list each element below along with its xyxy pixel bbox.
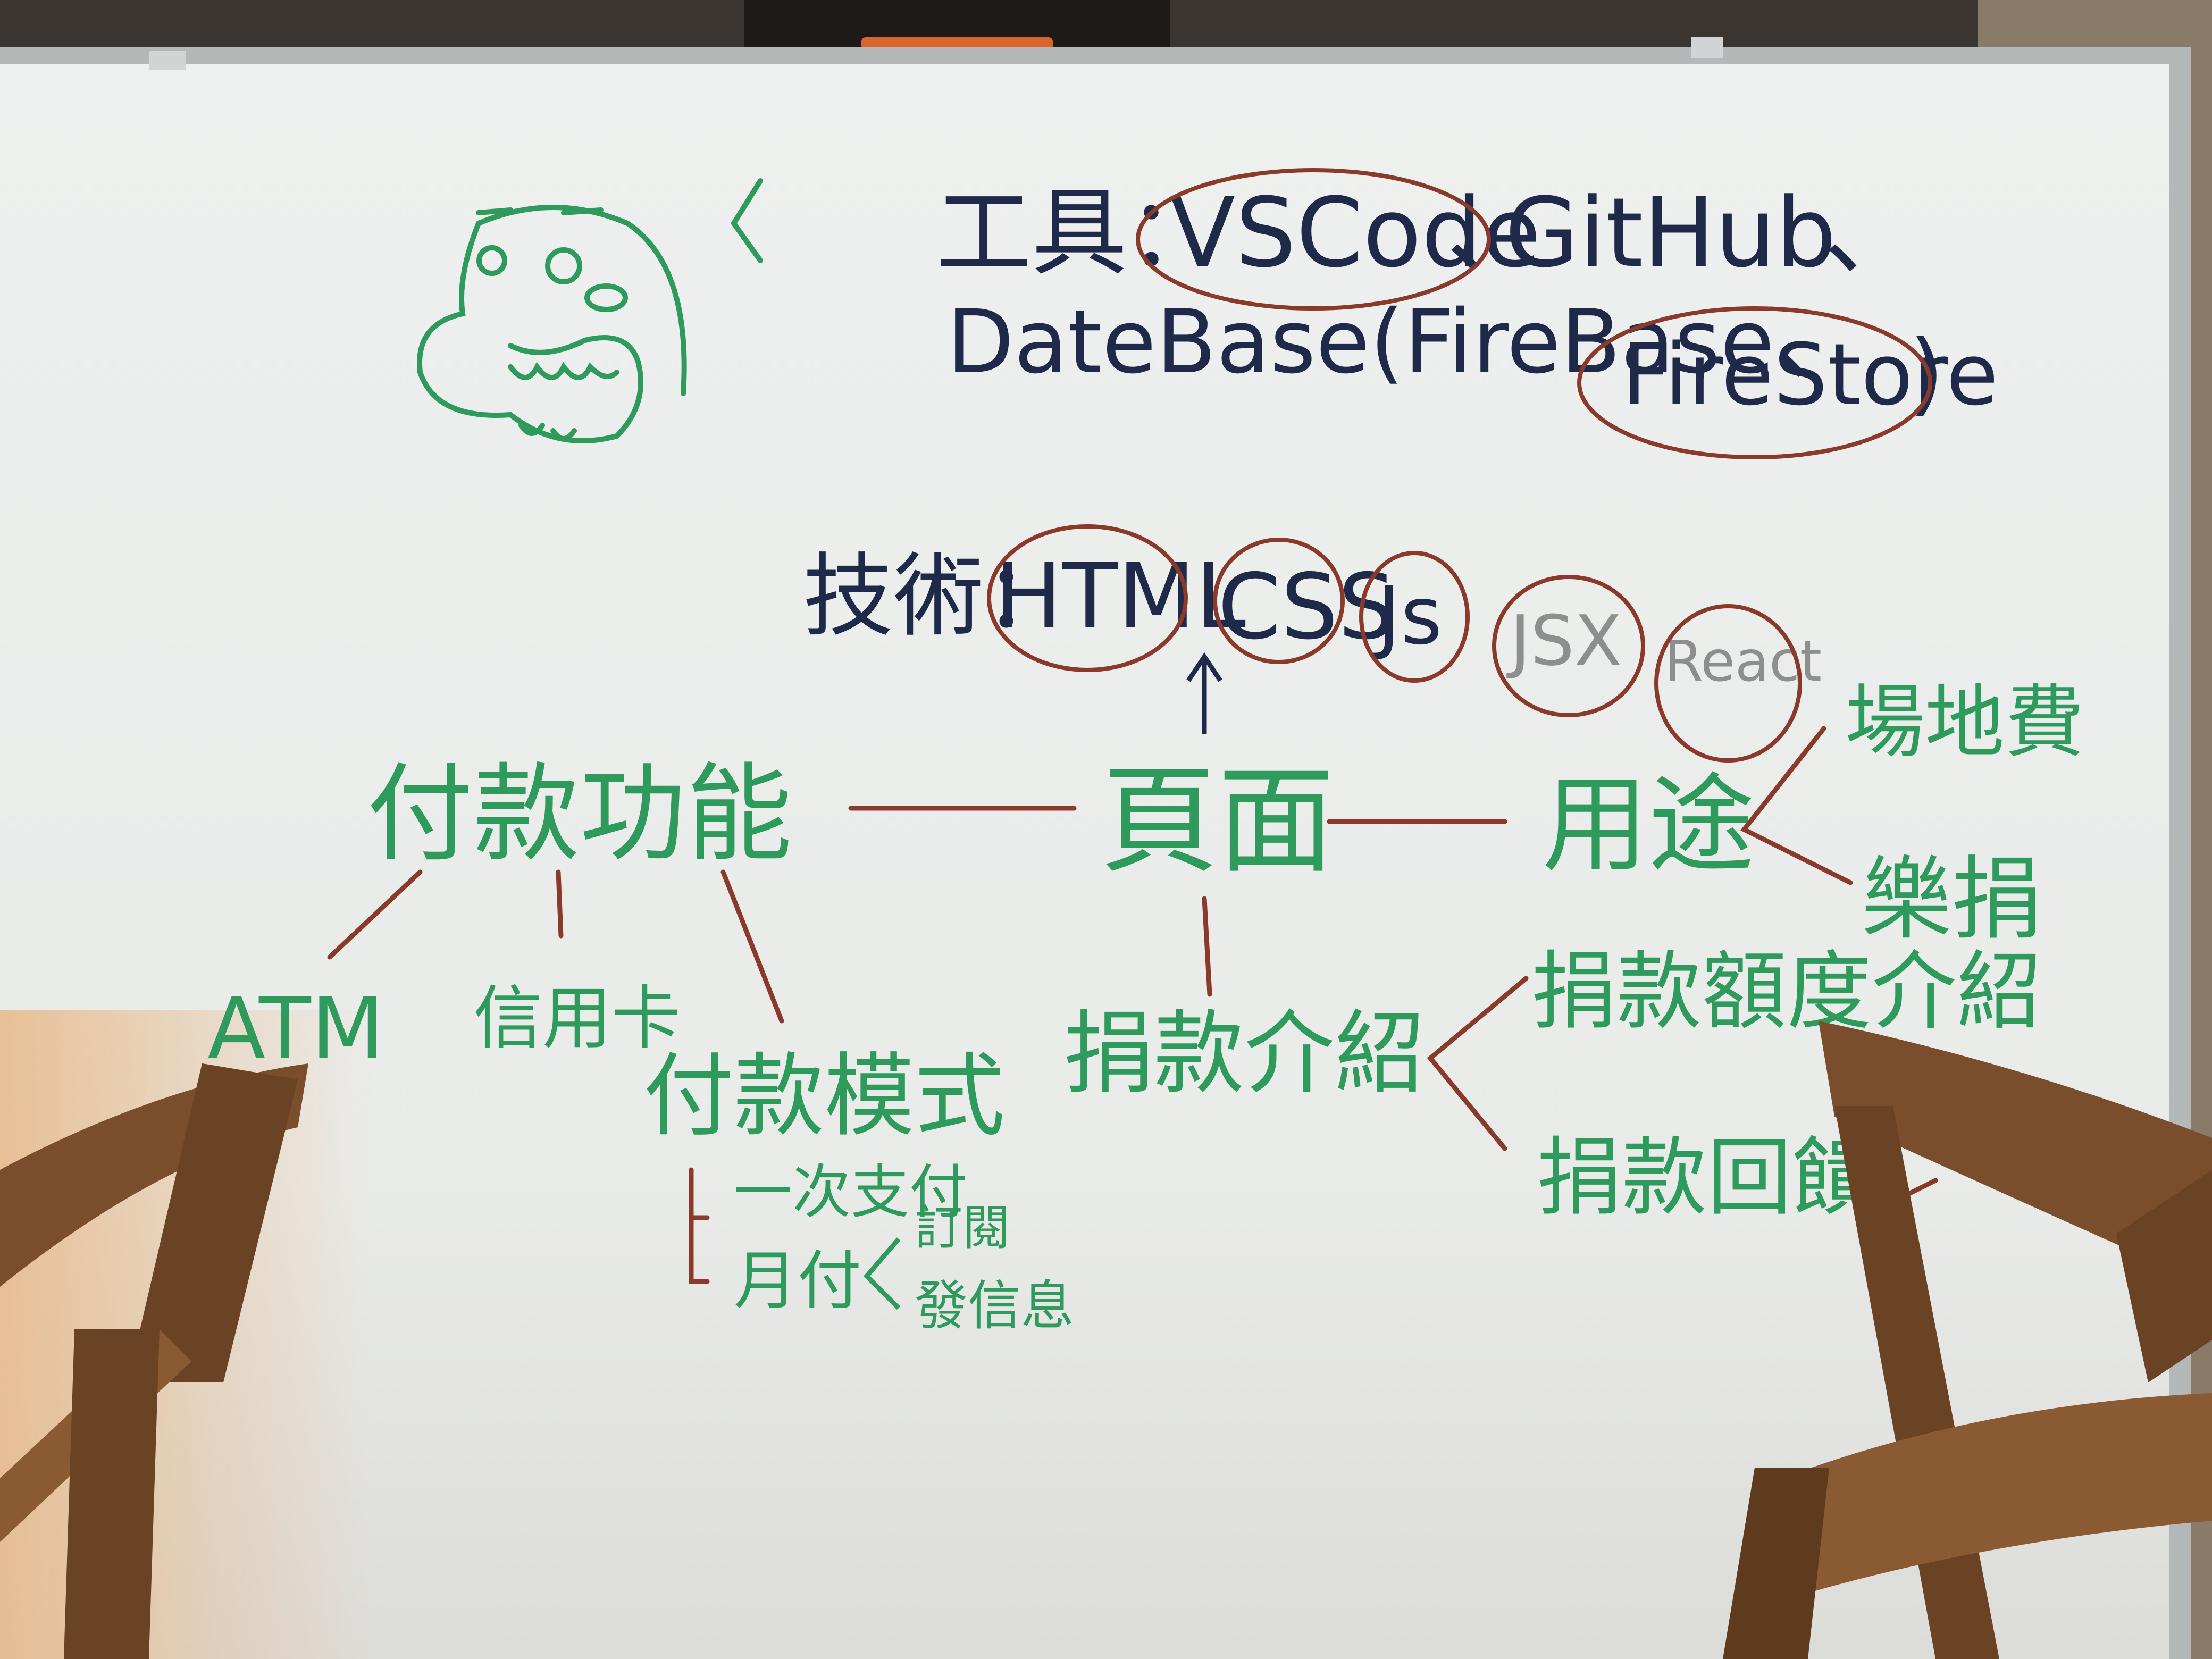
donation-feedback: 捐款回饋: [1537, 1128, 1877, 1227]
tech-html: HTML: [994, 544, 1246, 649]
donation-amount-intro: 捐款額度介紹: [1531, 942, 2042, 1041]
payment-send-message: 發信息: [915, 1275, 1074, 1337]
payment-monthly: 月付: [734, 1244, 861, 1318]
usage-venue-fee: 場地費: [1845, 676, 2084, 769]
page-title: 頁面: [1101, 753, 1335, 889]
frame-clip: [149, 51, 186, 70]
tech-css: CSS: [1218, 555, 1396, 660]
tool-github: GitHub: [1505, 178, 1837, 289]
payment-atm: ATM: [207, 979, 384, 1078]
payment-title: 付款功能: [367, 752, 792, 876]
payment-mode: 付款模式: [643, 1044, 1005, 1149]
usage-title: 用途: [1542, 763, 1755, 887]
tech-js: Js: [1373, 570, 1442, 663]
payment-subscribe: 訂閱: [915, 1200, 1010, 1256]
donation-intro-title: 捐款介紹: [1063, 1001, 1425, 1107]
usage-donation: 樂捐: [1861, 847, 2042, 952]
tech-jsx: JSX: [1506, 600, 1622, 681]
frame-clip: [1691, 37, 1723, 58]
tools-separator: 、: [1824, 178, 1920, 289]
whiteboard-photo: 工具： VSCode 、 GitHub 、 DateBase(FireBase、…: [0, 0, 2212, 1659]
